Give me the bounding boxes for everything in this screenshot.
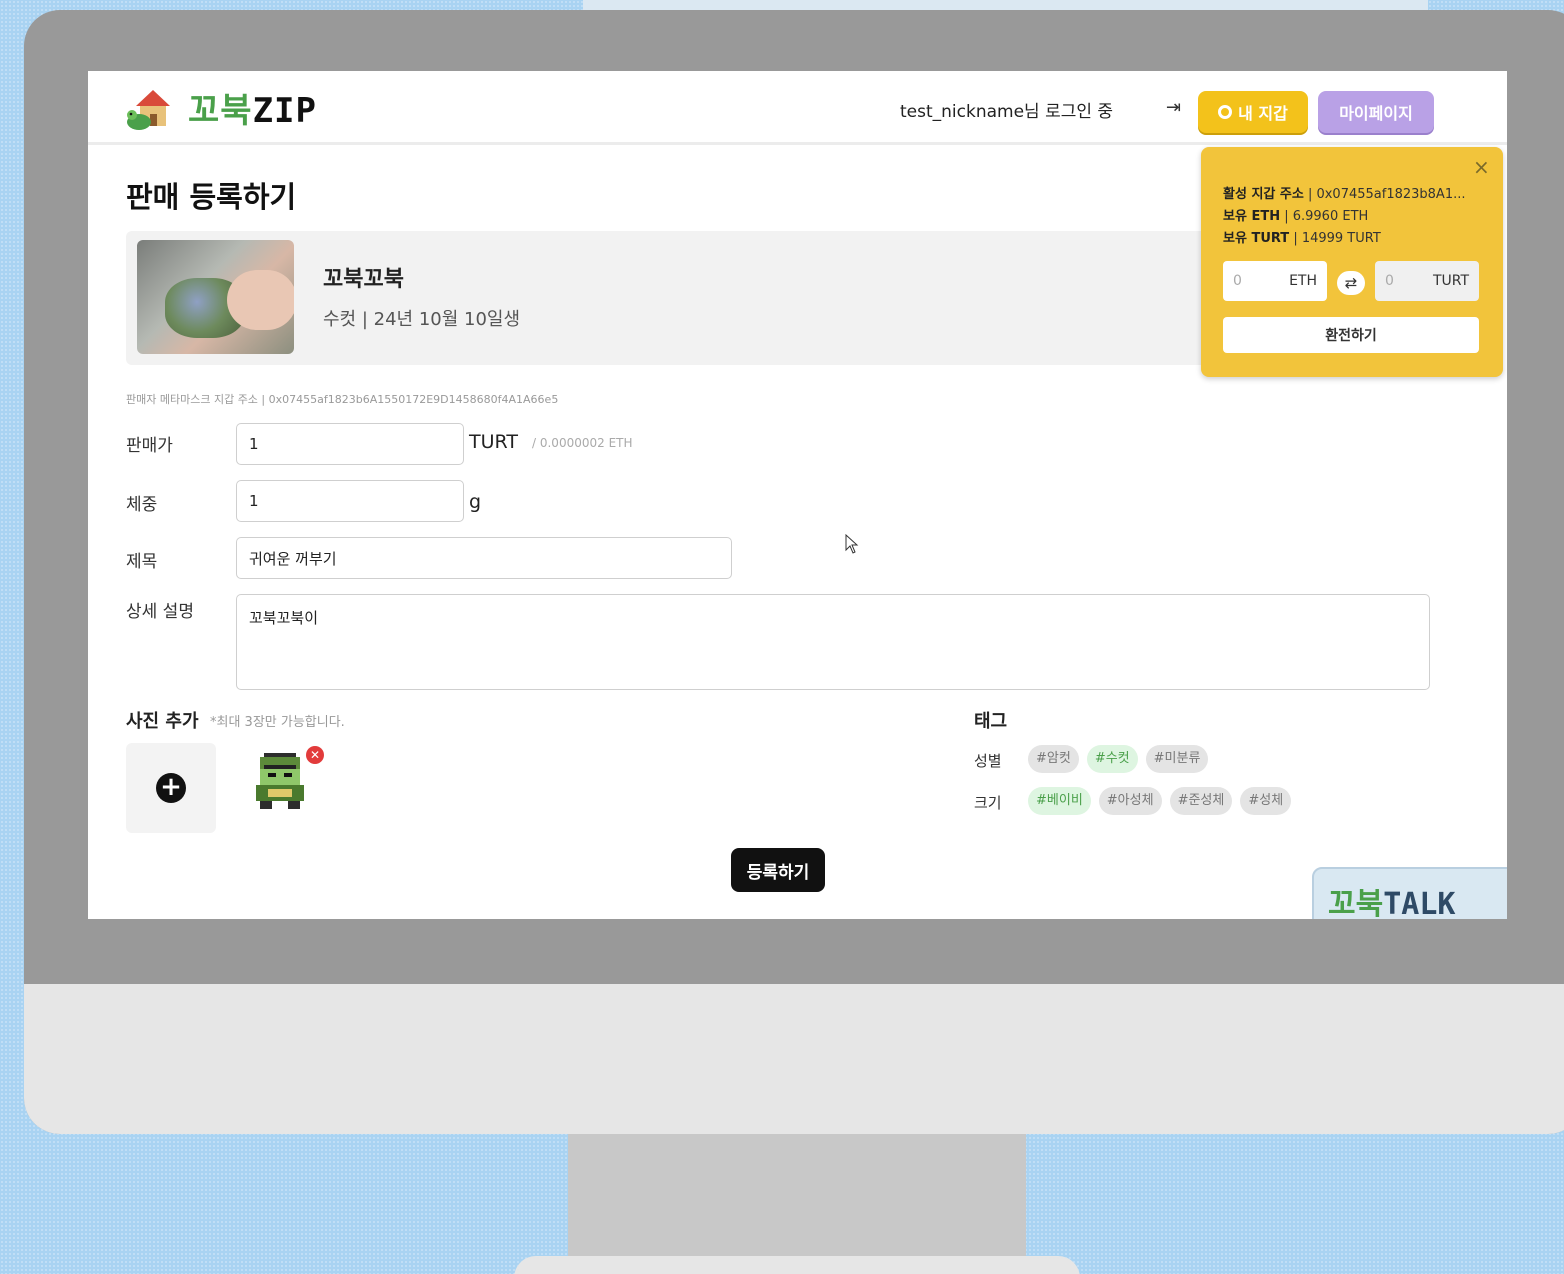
weight-input[interactable]: 1 [236,480,464,522]
product-card: 꼬북꼬북 수컷 | 24년 10월 10일생 [126,231,1266,365]
chat-talk-button[interactable]: 꼬북TALK [1312,867,1507,919]
eth-amount-input[interactable]: 0 ETH [1223,261,1327,301]
plus-icon: + [156,773,186,803]
size-tags: #베이비 #아성체 #준성체 #성체 [1028,787,1292,815]
price-unit: TURT [469,431,518,453]
photo-add-label: 사진 추가 [126,711,199,732]
description-label: 상세 설명 [126,602,194,622]
eth-balance-line: 보유 ETH | 6.9960 ETH [1223,209,1369,224]
product-name: 꼬북꼬북 [323,267,404,292]
wallet-popup: × 활성 지갑 주소 | 0x07455af1823b8A1... 보유 ETH… [1201,147,1503,377]
product-meta: 수컷 | 24년 10월 10일생 [323,309,521,330]
description-textarea[interactable]: 꼬북꼬북이 [236,594,1430,690]
monitor-stand-neck [568,1134,1026,1274]
turtle-house-icon [126,84,180,132]
tag-section-title: 태그 [974,711,1008,732]
my-wallet-button[interactable]: 내 지갑 [1198,91,1308,133]
add-photo-button[interactable]: + [126,743,216,833]
logo[interactable]: 꼬북ZIP [126,83,317,132]
uploaded-photo-thumbnail [248,749,312,817]
coin-icon [1218,105,1233,119]
gender-tag-label: 성별 [974,752,1002,770]
logout-icon[interactable]: ⇥ [1166,97,1186,119]
exchange-button[interactable]: 환전하기 [1223,317,1479,353]
page-title: 판매 등록하기 [126,180,297,214]
price-label: 판매가 [126,436,173,456]
tag-adult[interactable]: #성체 [1240,787,1292,815]
weight-label: 체중 [126,495,158,515]
mypage-button[interactable]: 마이페이지 [1318,91,1434,133]
seller-wallet-address: 판매자 메타마스크 지갑 주소 | 0x07455af1823b6A155017… [126,393,559,406]
wallet-address-line: 활성 지갑 주소 | 0x07455af1823b8A1... [1223,187,1466,202]
tag-male[interactable]: #수컷 [1086,745,1138,773]
header: 꼬북ZIP test_nickname님 로그인 중 ⇥ 내 지갑 마이페이지 [88,71,1507,145]
title-input[interactable]: 귀여운 꺼부기 [236,537,732,579]
mouse-cursor-icon [845,534,859,554]
photo-limit-note: *최대 3장만 가능합니다. [210,715,345,730]
app-screen: 꼬북ZIP test_nickname님 로그인 중 ⇥ 내 지갑 마이페이지 … [88,71,1507,919]
turt-amount-input[interactable]: 0 TURT [1375,261,1479,301]
monitor-chin [24,984,1564,1134]
turt-balance-line: 보유 TURT | 14999 TURT [1223,231,1381,246]
tag-baby[interactable]: #베이비 [1028,787,1091,815]
size-tag-label: 크기 [974,794,1002,812]
register-submit-button[interactable]: 등록하기 [731,848,825,892]
title-label: 제목 [126,552,158,572]
monitor-stand-base [514,1256,1080,1274]
product-photo [137,240,294,354]
close-icon[interactable]: × [1473,155,1490,179]
price-input[interactable]: 1 [236,423,464,465]
login-status: test_nickname님 로그인 중 [900,102,1114,122]
swap-icon[interactable]: ⇄ [1337,271,1365,295]
logo-text: 꼬북ZIP [188,91,317,131]
weight-unit: g [469,491,482,513]
gender-tags: #암컷 #수컷 #미분류 [1028,745,1209,773]
price-eth-equivalent: / 0.0000002 ETH [532,436,633,450]
tag-semi-adult[interactable]: #준성체 [1169,787,1233,815]
tag-unclassified[interactable]: #미분류 [1145,745,1209,773]
tag-female[interactable]: #암컷 [1028,745,1079,773]
remove-photo-icon[interactable]: ✕ [306,746,324,764]
talk-logo-text: 꼬북TALK [1328,887,1456,919]
tag-subadult[interactable]: #아성체 [1098,787,1162,815]
